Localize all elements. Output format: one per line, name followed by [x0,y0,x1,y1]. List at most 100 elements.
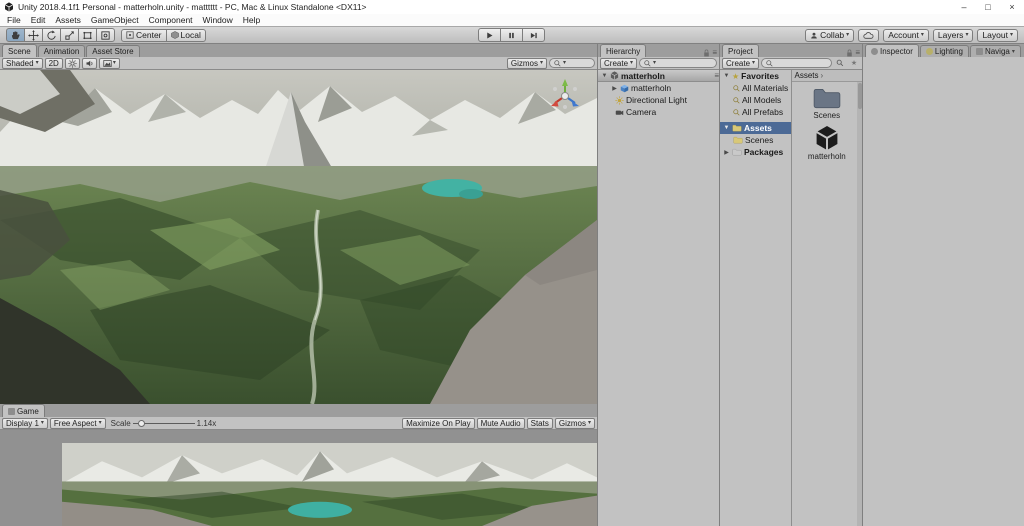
menu-help[interactable]: Help [238,15,265,25]
menu-window[interactable]: Window [198,15,238,25]
breadcrumb-label[interactable]: Assets [795,71,819,80]
project-create-label: Create [726,59,750,68]
expand-icon[interactable]: ▼ [723,73,730,79]
scene-orientation-gizmo[interactable] [545,76,585,116]
cloud-button[interactable] [858,29,879,42]
shaded-dropdown[interactable]: Shaded ▾ [2,58,43,69]
scene-gizmos-dropdown[interactable]: Gizmos ▾ [507,58,547,69]
display-dropdown[interactable]: Display 1 ▾ [2,418,48,429]
scene-gizmos-caret-icon: ▾ [540,60,543,66]
expand-icon[interactable]: ▼ [601,73,608,79]
play-button[interactable] [478,28,501,42]
layers-dropdown[interactable]: Layers ▾ [933,29,974,42]
scenes-folder-row[interactable]: Scenes [720,134,791,146]
tab-asset-store[interactable]: Asset Store [86,45,139,57]
2d-toggle-button[interactable]: 2D [45,58,63,69]
tab-project-label: Project [728,47,753,56]
space-toggle-button[interactable]: Local [166,29,206,42]
scale-slider[interactable] [133,419,195,428]
panel-menu-icon[interactable]: ≡ [712,48,717,57]
asset-item-matterholn[interactable]: matterholn [808,125,846,161]
scene-viewport[interactable] [0,70,597,404]
pivot-label: Center [136,30,162,40]
scene-lighting-toggle[interactable] [65,58,80,69]
assets-root-row[interactable]: ▼ Assets [720,122,791,134]
collab-dropdown[interactable]: Collab ▾ [805,29,854,42]
hierarchy-search-input[interactable]: ▾ [639,58,717,68]
packages-root-row[interactable]: ▶ Packages [720,146,791,158]
pause-button[interactable] [500,28,523,42]
display-label: Display 1 [6,419,39,428]
search-by-type-icon[interactable] [834,58,846,69]
folder-icon [732,124,742,132]
hierarchy-toolbar: Create ▾ ▾ [598,57,719,70]
transform-tool-button[interactable] [96,28,115,42]
project-create-caret-icon: ▾ [752,60,755,66]
tab-game[interactable]: Game [2,404,45,417]
search-by-label-icon[interactable]: ★ [848,58,860,69]
scale-tool-button[interactable] [60,28,79,42]
stats-button[interactable]: Stats [527,418,553,429]
minimize-button[interactable]: – [952,0,976,14]
expand-icon[interactable]: ▼ [723,125,730,131]
scale-slider-knob[interactable] [138,420,145,427]
game-viewport[interactable] [0,430,597,526]
tab-animation[interactable]: Animation [38,45,86,57]
expand-icon[interactable]: ▶ [611,85,618,92]
tab-lighting[interactable]: Lighting [920,45,969,57]
aspect-dropdown[interactable]: Free Aspect ▾ [50,418,106,429]
lock-icon[interactable] [846,49,853,57]
step-button[interactable] [522,28,545,42]
hierarchy-item-matterholn[interactable]: ▶ matterholn [598,82,719,94]
project-breadcrumb: Assets › [792,70,863,82]
favorite-all-prefabs[interactable]: All Prefabs [720,106,791,118]
maximize-on-play-button[interactable]: Maximize On Play [402,418,474,429]
tab-inspector[interactable]: Inspector [865,44,919,57]
hierarchy-scene-row[interactable]: ▼ matterholn ≡ [598,70,719,82]
project-search-input[interactable] [761,58,832,68]
game-gizmos-dropdown[interactable]: Gizmos ▾ [555,418,595,429]
hierarchy-create-label: Create [604,59,628,68]
favorite-all-models[interactable]: All Models [720,94,791,106]
2d-label: 2D [49,59,59,68]
project-scrollbar[interactable] [857,82,862,526]
menu-edit[interactable]: Edit [26,15,51,25]
rect-tool-button[interactable] [78,28,97,42]
panel-menu-icon[interactable]: ≡ [855,48,860,57]
scene-search-input[interactable]: ▾ [549,58,595,68]
asset-item-scenes[interactable]: Scenes [812,86,842,120]
tab-navigation[interactable]: Naviga ▾ [970,45,1021,57]
hand-tool-button[interactable] [6,28,25,42]
menu-component[interactable]: Component [144,15,198,25]
hierarchy-item-camera[interactable]: Camera [598,106,719,118]
pivot-toggle-button[interactable]: Center [121,29,167,42]
menu-assets[interactable]: Assets [50,15,86,25]
lock-icon[interactable] [703,49,710,57]
layout-dropdown[interactable]: Layout ▾ [977,29,1018,42]
hierarchy-create-dropdown[interactable]: Create ▾ [600,58,637,69]
tab-scene[interactable]: Scene [2,44,37,57]
menu-gameobject[interactable]: GameObject [86,15,144,25]
effects-caret-icon: ▾ [113,60,116,66]
rotate-tool-button[interactable] [42,28,61,42]
tab-game-label: Game [17,407,39,416]
scene-audio-toggle[interactable] [82,58,97,69]
tab-project[interactable]: Project [722,44,759,57]
move-tool-button[interactable] [24,28,43,42]
tab-hierarchy[interactable]: Hierarchy [600,44,646,57]
maximize-button[interactable]: □ [976,0,1000,14]
hierarchy-item-directional-light[interactable]: Directional Light [598,94,719,106]
scene-effects-dropdown[interactable]: ▾ [99,58,120,69]
project-create-dropdown[interactable]: Create ▾ [722,58,759,69]
menu-file[interactable]: File [2,15,26,25]
favorite-all-materials[interactable]: All Materials [720,82,791,94]
scene-search-caret-icon: ▾ [563,60,566,66]
account-dropdown[interactable]: Account ▾ [883,29,929,42]
favorites-row[interactable]: ▼ ★ Favorites [720,70,791,82]
search-icon [733,85,740,92]
close-button[interactable]: × [1000,0,1024,14]
expand-icon[interactable]: ▶ [723,149,730,156]
project-scrollbar-thumb[interactable] [858,83,862,109]
mute-audio-button[interactable]: Mute Audio [477,418,525,429]
favorite-label: All Prefabs [742,107,783,117]
